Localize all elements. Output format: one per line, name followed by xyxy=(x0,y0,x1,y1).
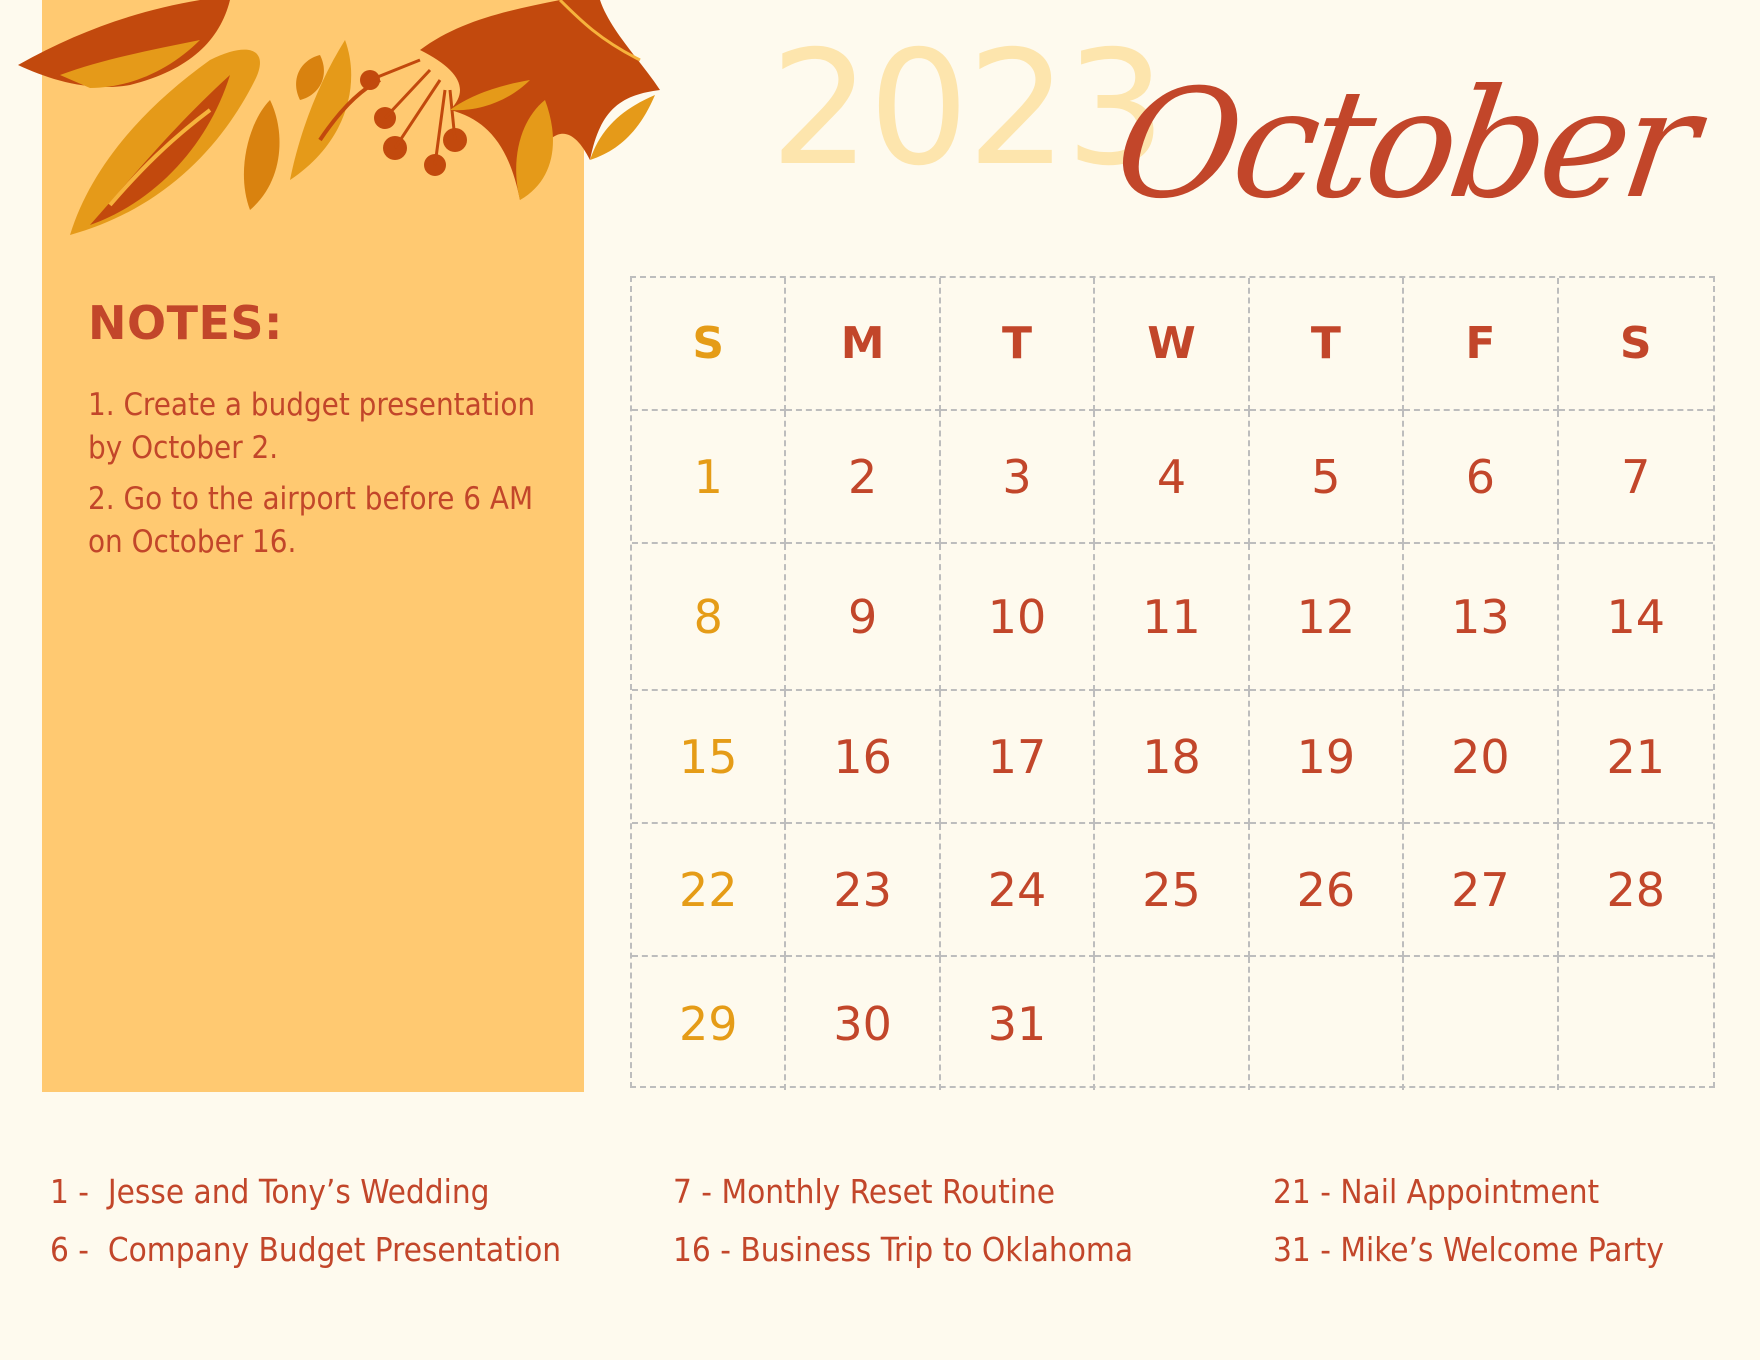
event-item: 6 - Company Budget Presentation xyxy=(50,1230,562,1269)
day-cell[interactable]: 6 xyxy=(1404,411,1559,544)
event-item: 7 - Monthly Reset Routine xyxy=(673,1172,1056,1211)
calendar-grid: S M T W T F S 1 2 3 4 5 6 7 8 9 10 11 12… xyxy=(630,276,1715,1090)
day-cell[interactable]: 5 xyxy=(1249,411,1405,544)
day-cell[interactable]: 1 xyxy=(632,411,787,544)
day-cell[interactable]: 16 xyxy=(786,691,941,824)
empty-day-cell xyxy=(1404,957,1559,1090)
event-item: 16 - Business Trip to Oklahoma xyxy=(673,1230,1134,1269)
autumn-leaves-icon xyxy=(18,0,660,235)
day-cell[interactable]: 13 xyxy=(1404,544,1559,691)
events-list: 1 - Jesse and Tony’s Wedding 6 - Company… xyxy=(50,1172,1740,1292)
notes-list: 1. Create a budget presentation by Octob… xyxy=(88,384,558,572)
empty-day-cell xyxy=(1559,957,1713,1090)
weekday-header: T xyxy=(1249,278,1405,411)
notes-title: NOTES: xyxy=(88,296,283,350)
day-cell[interactable]: 8 xyxy=(632,544,787,691)
empty-day-cell xyxy=(1250,957,1405,1090)
day-cell[interactable]: 31 xyxy=(941,957,1096,1090)
day-cell[interactable]: 29 xyxy=(632,957,787,1090)
day-cell[interactable]: 17 xyxy=(940,691,1096,824)
event-item: 1 - Jesse and Tony’s Wedding xyxy=(50,1172,490,1211)
day-cell[interactable]: 11 xyxy=(1095,544,1250,691)
day-cell[interactable]: 7 xyxy=(1558,411,1713,544)
day-cell[interactable]: 4 xyxy=(1095,411,1250,544)
day-cell[interactable]: 12 xyxy=(1249,544,1405,691)
empty-day-cell xyxy=(1095,957,1250,1090)
weekday-header: S xyxy=(1558,278,1713,411)
day-cell[interactable]: 15 xyxy=(632,691,787,824)
day-cell[interactable]: 19 xyxy=(1249,691,1405,824)
weekday-header: T xyxy=(940,278,1096,411)
day-cell[interactable]: 9 xyxy=(786,544,941,691)
day-cell[interactable]: 20 xyxy=(1404,691,1559,824)
day-cell[interactable]: 24 xyxy=(940,824,1096,957)
day-cell[interactable]: 10 xyxy=(940,544,1096,691)
month-title: October xyxy=(1105,58,1703,232)
event-item: 21 - Nail Appointment xyxy=(1273,1172,1600,1211)
day-cell[interactable]: 27 xyxy=(1404,824,1559,957)
day-cell[interactable]: 3 xyxy=(940,411,1096,544)
day-cell[interactable]: 30 xyxy=(786,957,941,1090)
day-cell[interactable]: 22 xyxy=(632,824,787,957)
weekday-header: W xyxy=(1095,278,1250,411)
day-cell[interactable]: 28 xyxy=(1558,824,1713,957)
year-label: 2023 xyxy=(770,17,1166,201)
weekday-header: S xyxy=(632,278,787,411)
day-cell[interactable]: 18 xyxy=(1095,691,1250,824)
day-cell[interactable]: 21 xyxy=(1558,691,1713,824)
day-cell[interactable]: 25 xyxy=(1095,824,1250,957)
weekday-header: M xyxy=(786,278,941,411)
weekday-header: F xyxy=(1404,278,1559,411)
note-item: 1. Create a budget presentation by Octob… xyxy=(88,387,536,466)
note-item: 2. Go to the airport before 6 AM on Octo… xyxy=(88,481,534,560)
day-cell[interactable]: 14 xyxy=(1558,544,1713,691)
event-item: 31 - Mike’s Welcome Party xyxy=(1273,1230,1664,1269)
day-cell[interactable]: 23 xyxy=(786,824,941,957)
day-cell[interactable]: 2 xyxy=(786,411,941,544)
day-cell[interactable]: 26 xyxy=(1249,824,1405,957)
